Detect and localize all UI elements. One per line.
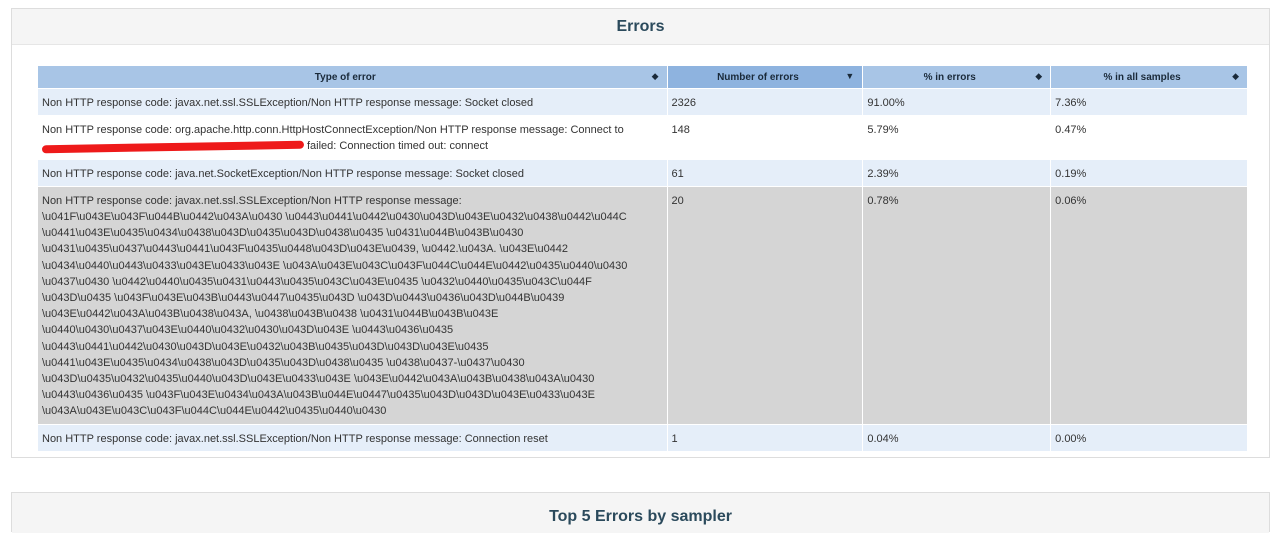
top5-errors-panel: Top 5 Errors by sampler xyxy=(11,492,1270,533)
cell-percent-in-errors: 0.78% xyxy=(862,185,1052,425)
cell-percent-in-samples: 0.06% xyxy=(1050,185,1248,425)
cell-error-type: Non HTTP response code: org.apache.http.… xyxy=(37,115,668,160)
column-header-type-of-error[interactable]: Type of error ◆ xyxy=(37,65,668,89)
table-row: Non HTTP response code: javax.net.ssl.SS… xyxy=(37,185,1248,425)
redaction-mark xyxy=(41,140,305,153)
column-header-label: Number of errors xyxy=(717,71,799,83)
column-header-label: Type of error xyxy=(314,71,376,83)
cell-percent-in-errors: 0.04% xyxy=(862,423,1052,452)
cell-error-type: Non HTTP response code: java.net.SocketE… xyxy=(37,158,668,187)
errors-panel: Errors Type of error ◆ Number of errors … xyxy=(11,8,1270,458)
cell-percent-in-samples: 7.36% xyxy=(1050,87,1248,117)
column-header-label: % in errors xyxy=(923,71,976,83)
column-header-number-of-errors[interactable]: Number of errors ▼ xyxy=(666,65,864,89)
errors-table-header-row: Type of error ◆ Number of errors ▼ % in … xyxy=(37,65,1248,89)
errors-panel-title: Errors xyxy=(12,9,1269,45)
error-type-text-end: failed: Connection timed out: connect xyxy=(307,140,489,153)
cell-error-count: 2326 xyxy=(666,87,864,117)
cell-error-count: 1 xyxy=(666,423,864,452)
cell-error-type: Non HTTP response code: javax.net.ssl.SS… xyxy=(37,423,668,452)
cell-percent-in-samples: 0.00% xyxy=(1050,423,1248,452)
top5-errors-panel-title: Top 5 Errors by sampler xyxy=(12,493,1269,533)
table-row: Non HTTP response code: org.apache.http.… xyxy=(37,115,1248,160)
column-header-percent-in-all-samples[interactable]: % in all samples ◆ xyxy=(1050,65,1248,89)
cell-percent-in-samples: 0.19% xyxy=(1050,158,1248,187)
table-row: Non HTTP response code: javax.net.ssl.SS… xyxy=(37,423,1248,452)
cell-percent-in-errors: 91.00% xyxy=(862,87,1052,117)
error-type-text-start: Non HTTP response code: org.apache.http.… xyxy=(42,124,624,137)
errors-table: Type of error ◆ Number of errors ▼ % in … xyxy=(37,65,1248,452)
table-row: Non HTTP response code: java.net.SocketE… xyxy=(37,158,1248,187)
table-row: Non HTTP response code: javax.net.ssl.SS… xyxy=(37,87,1248,117)
column-header-percent-in-errors[interactable]: % in errors ◆ xyxy=(862,65,1052,89)
column-header-label: % in all samples xyxy=(1103,71,1181,83)
cell-error-type: Non HTTP response code: javax.net.ssl.SS… xyxy=(37,87,668,117)
cell-error-count: 61 xyxy=(666,158,864,187)
cell-error-type: Non HTTP response code: javax.net.ssl.SS… xyxy=(37,185,668,425)
cell-percent-in-samples: 0.47% xyxy=(1050,115,1248,160)
cell-percent-in-errors: 5.79% xyxy=(862,115,1052,160)
cell-percent-in-errors: 2.39% xyxy=(862,158,1052,187)
cell-error-count: 20 xyxy=(666,185,864,425)
sort-both-icon: ◆ xyxy=(1035,71,1043,81)
sort-desc-icon: ▼ xyxy=(845,71,855,81)
cell-error-count: 148 xyxy=(666,115,864,160)
sort-both-icon: ◆ xyxy=(1232,71,1239,81)
sort-both-icon: ◆ xyxy=(651,71,659,81)
